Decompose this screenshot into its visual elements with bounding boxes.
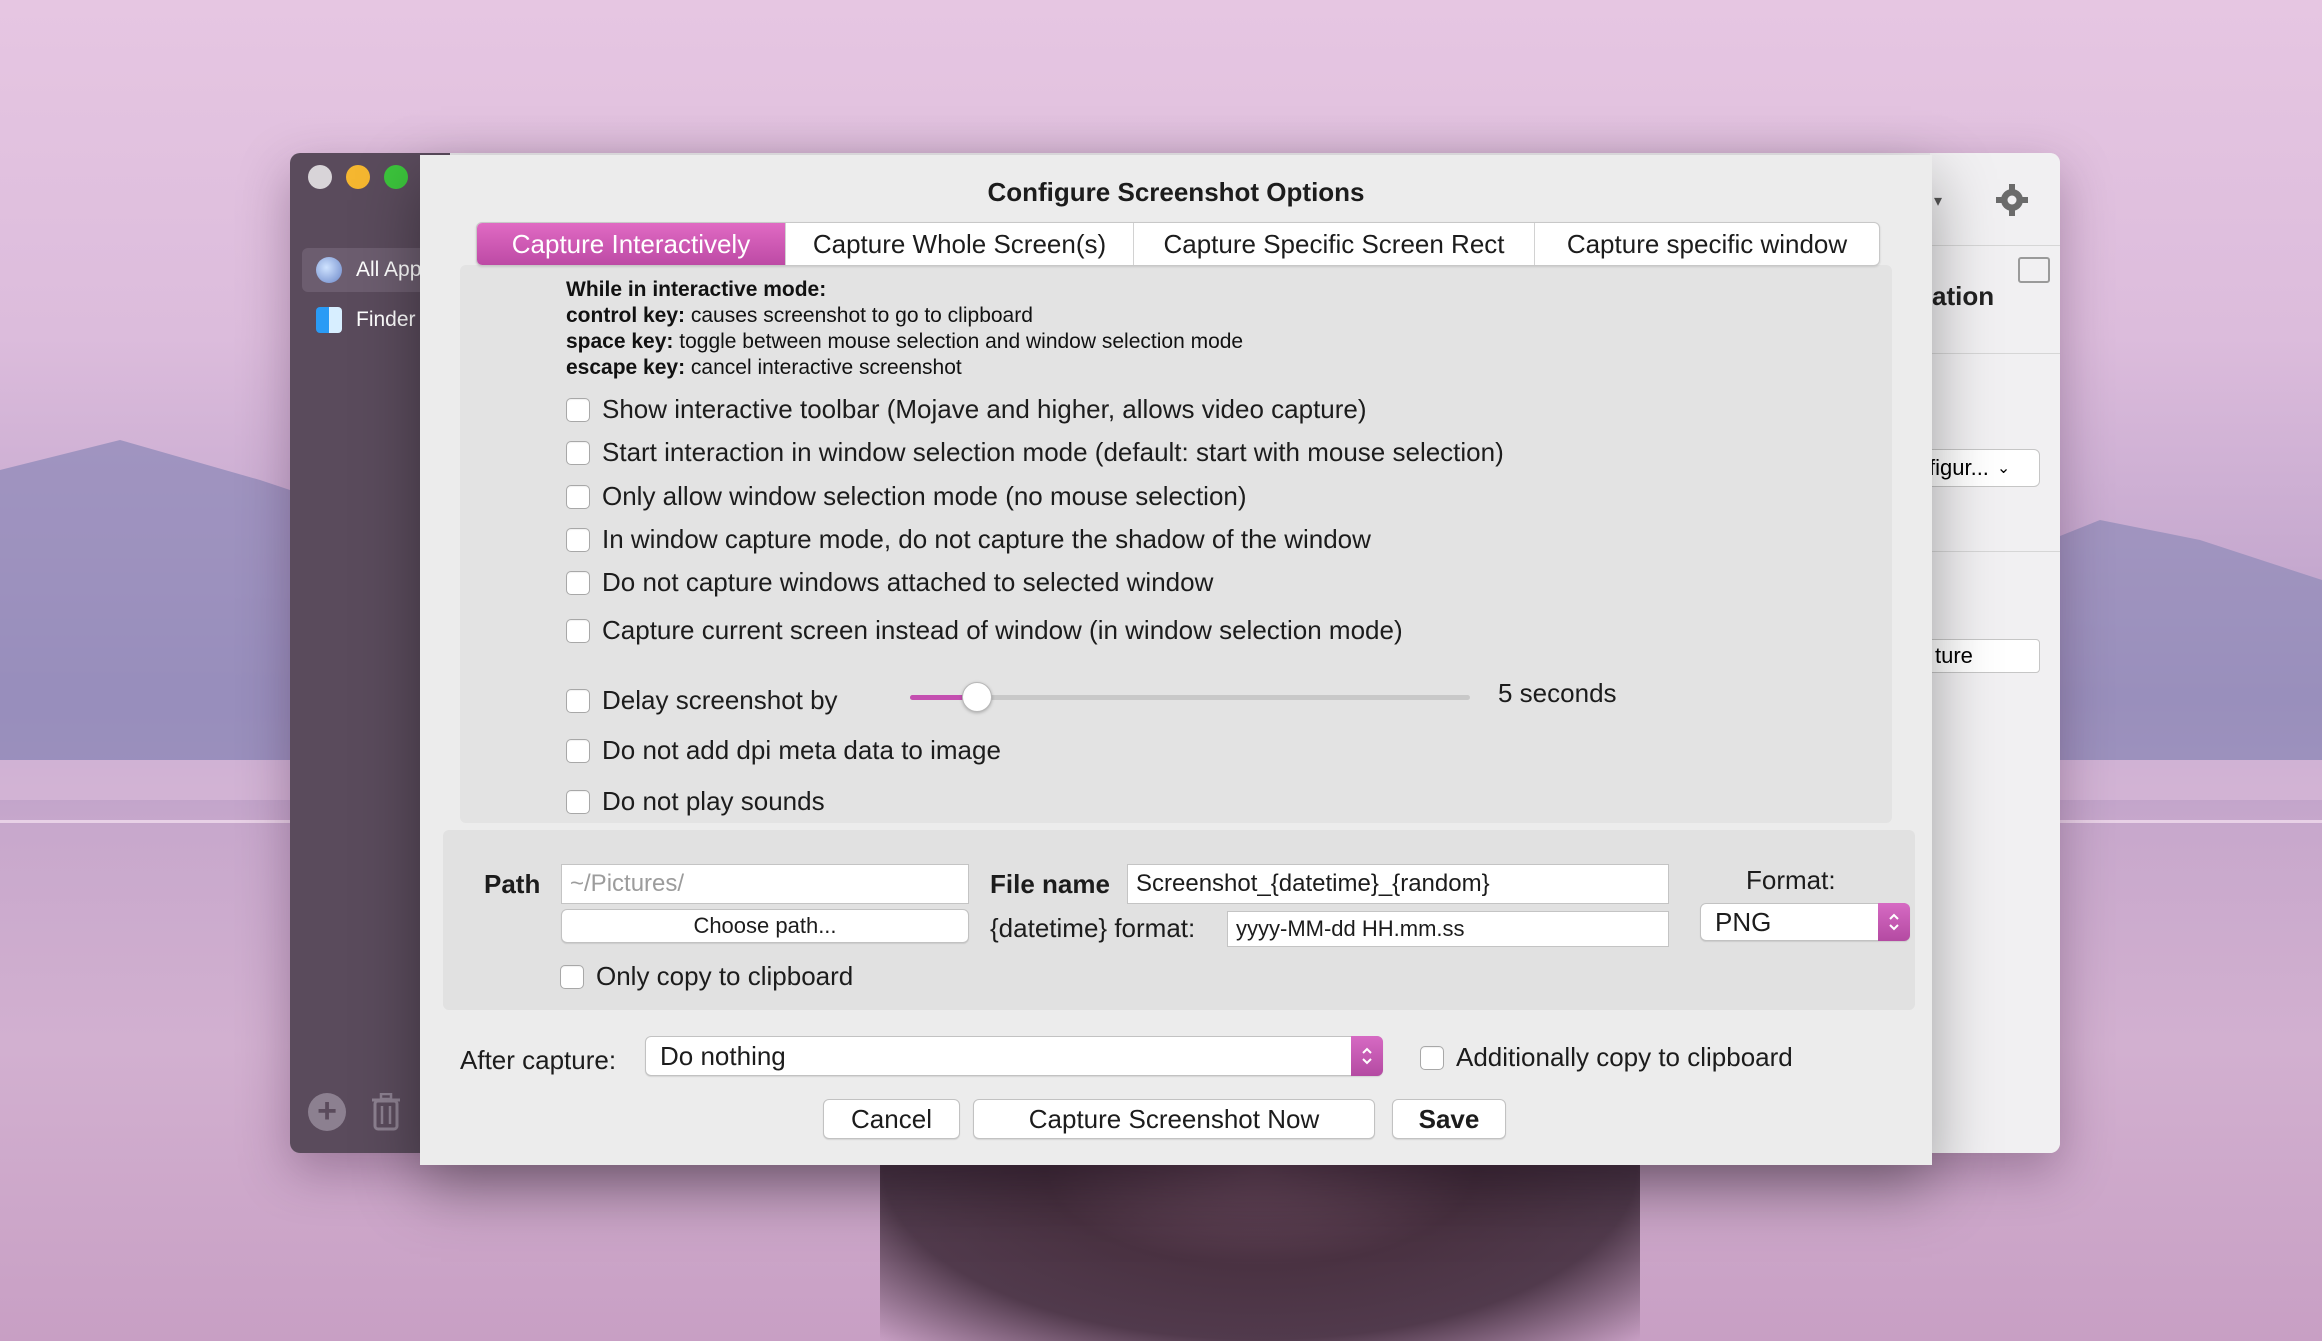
rock-reflection xyxy=(880,1150,1640,1341)
option-show-toolbar[interactable]: Show interactive toolbar (Mojave and hig… xyxy=(566,394,1367,425)
datetime-format-input[interactable]: yyyy-MM-dd HH.mm.ss xyxy=(1227,911,1669,947)
path-label: Path xyxy=(484,869,541,899)
checkbox[interactable] xyxy=(560,964,584,989)
updown-arrows-icon xyxy=(1351,1036,1383,1076)
checkbox[interactable] xyxy=(566,397,590,422)
option-only-window-selection[interactable]: Only allow window selection mode (no mou… xyxy=(566,481,1247,512)
option-label: Do not capture windows attached to selec… xyxy=(602,567,1214,597)
after-capture-value: Do nothing xyxy=(660,1040,786,1071)
background-popup-fragment[interactable]: figur... ⌄ xyxy=(1920,449,2040,487)
updown-arrows-icon xyxy=(1878,903,1910,941)
option-no-attached-windows[interactable]: Do not capture windows attached to selec… xyxy=(566,567,1213,598)
tab-capture-specific-window[interactable]: Capture specific window xyxy=(1535,223,1879,265)
chevron-down-icon: ⌄ xyxy=(1996,460,2011,477)
capture-now-button[interactable]: Capture Screenshot Now xyxy=(973,1099,1375,1139)
option-label: Show interactive toolbar (Mojave and hig… xyxy=(602,394,1367,424)
after-capture-select[interactable]: Do nothing xyxy=(645,1036,1383,1076)
checkbox[interactable] xyxy=(1420,1045,1444,1070)
info-heading: While in interactive mode: xyxy=(566,278,827,301)
option-additionally-copy[interactable]: Additionally copy to clipboard xyxy=(1420,1042,1793,1073)
configure-screenshot-dialog: Configure Screenshot Options Capture Int… xyxy=(420,155,1932,1165)
info-text: cancel interactive screenshot xyxy=(685,356,962,379)
option-label: Additionally copy to clipboard xyxy=(1456,1042,1793,1072)
info-text: toggle between mouse selection and windo… xyxy=(673,330,1244,353)
checkbox[interactable] xyxy=(566,618,590,643)
tab-capture-interactively[interactable]: Capture Interactively xyxy=(477,223,786,265)
delay-slider[interactable] xyxy=(910,682,1470,712)
checkbox[interactable] xyxy=(566,527,590,552)
field-label: ture xyxy=(1935,643,1973,668)
sidebar-item-label: Finder xyxy=(356,308,416,331)
checkbox[interactable] xyxy=(566,440,590,465)
delay-value: 5 seconds xyxy=(1498,678,1617,708)
minimize-window-button[interactable] xyxy=(346,165,370,189)
option-label: Only copy to clipboard xyxy=(596,961,854,991)
background-right-pane: ▾ ation figur... ⌄ ture xyxy=(1920,153,2060,1153)
popup-label: figur... xyxy=(1929,455,1989,480)
path-input[interactable]: ~/Pictures/ xyxy=(561,864,969,904)
option-delay-screenshot[interactable]: Delay screenshot by xyxy=(566,685,838,716)
background-field-fragment[interactable]: ture xyxy=(1920,639,2040,673)
info-line: space key: toggle between mouse selectio… xyxy=(566,329,1243,355)
option-start-window-selection[interactable]: Start interaction in window selection mo… xyxy=(566,437,1504,468)
cancel-button[interactable]: Cancel xyxy=(823,1099,960,1139)
info-line: escape key: cancel interactive screensho… xyxy=(566,355,1243,381)
checkbox[interactable] xyxy=(566,738,590,763)
option-label: Capture current screen instead of window… xyxy=(602,615,1403,645)
info-key: control key: xyxy=(566,304,686,327)
format-value: PNG xyxy=(1715,906,1772,937)
option-label: Do not add dpi meta data to image xyxy=(602,735,1001,765)
after-capture-label: After capture: xyxy=(460,1045,617,1075)
option-label: Start interaction in window selection mo… xyxy=(602,437,1504,467)
dropdown-arrow-icon: ▾ xyxy=(1934,193,1943,210)
checkbox[interactable] xyxy=(566,688,590,713)
info-key: space key: xyxy=(566,330,674,353)
delay-slider-knob[interactable] xyxy=(962,682,992,712)
option-no-window-shadow[interactable]: In window capture mode, do not capture t… xyxy=(566,524,1371,555)
gear-icon[interactable] xyxy=(1995,183,2029,217)
window-stack-icon xyxy=(2018,257,2050,283)
option-label: In window capture mode, do not capture t… xyxy=(602,524,1371,554)
checkbox[interactable] xyxy=(566,789,590,814)
option-no-dpi-metadata[interactable]: Do not add dpi meta data to image xyxy=(566,735,1001,766)
finder-icon xyxy=(316,307,342,333)
option-capture-current-screen[interactable]: Capture current screen instead of window… xyxy=(566,615,1403,646)
checkbox[interactable] xyxy=(566,484,590,509)
globe-icon xyxy=(316,257,342,283)
close-window-button[interactable] xyxy=(308,165,332,189)
option-label: Do not play sounds xyxy=(602,786,825,816)
option-label: Only allow window selection mode (no mou… xyxy=(602,481,1247,511)
info-key: escape key: xyxy=(566,356,686,379)
format-select[interactable]: PNG xyxy=(1700,903,1910,941)
save-button[interactable]: Save xyxy=(1392,1099,1506,1139)
file-name-label: File name xyxy=(990,869,1110,899)
info-text: causes screenshot to go to clipboard xyxy=(685,304,1033,327)
add-icon[interactable]: + xyxy=(308,1093,346,1131)
dialog-title: Configure Screenshot Options xyxy=(987,177,1365,207)
choose-path-button[interactable]: Choose path... xyxy=(561,909,969,943)
option-label: Delay screenshot by xyxy=(602,685,838,715)
tab-capture-whole-screen[interactable]: Capture Whole Screen(s) xyxy=(786,223,1134,265)
tab-capture-screen-rect[interactable]: Capture Specific Screen Rect xyxy=(1134,223,1535,265)
datetime-format-label: {datetime} format: xyxy=(990,913,1196,943)
trash-icon[interactable] xyxy=(370,1093,402,1131)
checkbox[interactable] xyxy=(566,570,590,595)
info-line: control key: causes screenshot to go to … xyxy=(566,303,1243,329)
format-label: Format: xyxy=(1746,865,1836,895)
capture-mode-tabs: Capture Interactively Capture Whole Scre… xyxy=(476,222,1880,266)
background-heading-fragment: ation xyxy=(1932,281,1995,311)
interactive-mode-info: While in interactive mode: control key: … xyxy=(566,277,1243,381)
file-name-input[interactable]: Screenshot_{datetime}_{random} xyxy=(1127,864,1669,904)
zoom-window-button[interactable] xyxy=(384,165,408,189)
option-no-sounds[interactable]: Do not play sounds xyxy=(566,786,825,817)
option-only-clipboard[interactable]: Only copy to clipboard xyxy=(560,961,853,992)
sidebar-item-label: All App xyxy=(356,258,422,281)
